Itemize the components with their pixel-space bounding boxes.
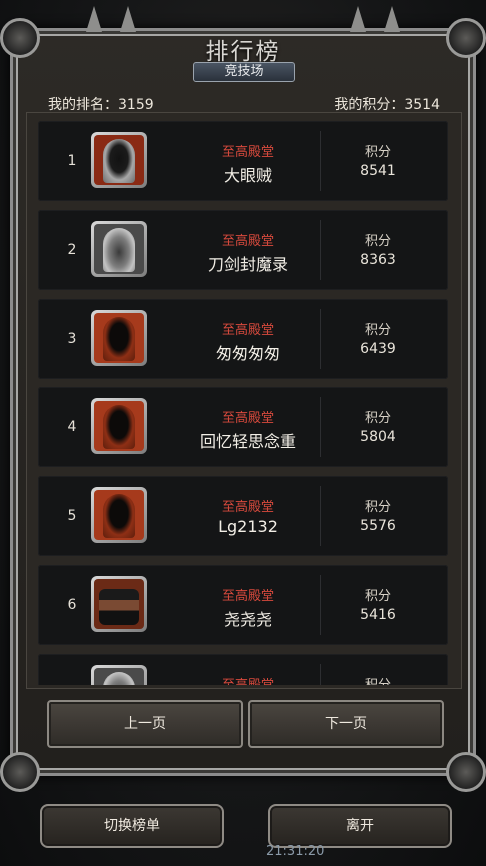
player-avatar[interactable] (91, 221, 147, 277)
score-value: 6439 (360, 341, 396, 357)
row-divider (320, 575, 321, 635)
category-tab-label: 竞技场 (193, 62, 295, 82)
leaderboard-row[interactable]: 4 至高殿堂 回忆轻思念重 积分 5804 (38, 387, 448, 467)
leaderboard-list[interactable]: 1 至高殿堂 大眼贼 积分 8541 2 至高殿堂 刀剑封魔录 积分 8363 … (38, 121, 448, 685)
player-avatar[interactable] (91, 398, 147, 454)
leaderboard-row[interactable]: 至高殿堂 积分 (38, 654, 448, 685)
row-divider (320, 220, 321, 280)
player-avatar[interactable] (91, 576, 147, 632)
rank-number: 1 (67, 153, 77, 169)
rank-number (62, 654, 82, 685)
rank-number: 4 (67, 419, 77, 435)
player-avatar[interactable] (91, 132, 147, 188)
rank-number: 6 (67, 597, 77, 613)
row-divider (320, 486, 321, 546)
score-label: 积分 (364, 589, 391, 604)
guild-name: 至高殿堂 (221, 589, 274, 604)
score-value: 5416 (360, 607, 396, 623)
rank-number: 3 (67, 331, 77, 347)
knight-helmet-avatar-icon (103, 672, 135, 685)
switch-leaderboard-button[interactable]: 切换榜单 (40, 804, 224, 848)
my-score-text: 我的积分：3514 (334, 97, 440, 113)
frame-corner-ornament (0, 752, 40, 792)
knight-helmet-avatar-icon (103, 228, 135, 272)
player-avatar[interactable] (91, 310, 147, 366)
player-avatar[interactable] (91, 487, 147, 543)
player-name: Lg2132 (218, 517, 278, 536)
rank-number: 5 (67, 508, 77, 524)
leaderboard-row[interactable]: 6 至高殿堂 尧尧尧 积分 5416 (38, 565, 448, 645)
score-value: 8541 (360, 163, 396, 179)
score-label: 积分 (364, 500, 391, 515)
next-page-button[interactable]: 下一页 (248, 700, 444, 748)
guild-name: 至高殿堂 (221, 323, 274, 338)
leaderboard-row[interactable]: 5 至高殿堂 Lg2132 积分 5576 (38, 476, 448, 556)
score-value: 8363 (360, 252, 396, 268)
red-hood-avatar-icon (103, 317, 135, 361)
frame-spike-ornament (384, 6, 400, 32)
score-label: 积分 (364, 234, 391, 249)
guild-name: 至高殿堂 (221, 411, 274, 426)
score-label: 积分 (364, 323, 391, 338)
leave-button[interactable]: 离开 (268, 804, 452, 848)
frame-spike-ornament (86, 6, 102, 32)
row-divider (320, 131, 321, 191)
player-name: 回忆轻思念重 (199, 432, 296, 451)
leaderboard-row[interactable]: 3 至高殿堂 匆匆匆匆 积分 6439 (38, 299, 448, 379)
guild-name: 至高殿堂 (221, 500, 274, 515)
clock-text: 21:31:20 (266, 844, 325, 859)
my-rank-text: 我的排名：3159 (48, 97, 154, 113)
hat-rogue-avatar-icon (99, 589, 139, 625)
red-hood-avatar-icon (103, 494, 135, 538)
score-value: 5576 (360, 518, 396, 534)
page-title: 排行榜 (205, 39, 281, 65)
player-name: 大眼贼 (223, 166, 272, 185)
grey-hood-avatar-icon (103, 139, 135, 183)
score-label: 积分 (364, 411, 391, 426)
guild-name: 至高殿堂 (221, 145, 274, 160)
frame-spike-ornament (120, 6, 136, 32)
frame-corner-ornament (446, 752, 486, 792)
player-name: 匆匆匆匆 (215, 344, 280, 363)
player-avatar[interactable] (91, 665, 147, 685)
guild-name: 至高殿堂 (221, 234, 274, 249)
prev-page-button[interactable]: 上一页 (47, 700, 243, 748)
guild-name: 至高殿堂 (178, 674, 318, 685)
leaderboard-row[interactable]: 1 至高殿堂 大眼贼 积分 8541 (38, 121, 448, 201)
rank-number: 2 (67, 242, 77, 258)
player-name: 尧尧尧 (223, 610, 272, 629)
leaderboard-row[interactable]: 2 至高殿堂 刀剑封魔录 积分 8363 (38, 210, 448, 290)
row-divider (320, 309, 321, 369)
red-hood-avatar-icon (103, 405, 135, 449)
score-label: 积分 (364, 145, 391, 160)
score-value: 5804 (360, 429, 396, 445)
row-divider (320, 397, 321, 457)
frame-spike-ornament (350, 6, 366, 32)
row-divider (320, 664, 321, 685)
score-label: 积分 (338, 674, 418, 685)
player-name: 刀剑封魔录 (207, 255, 288, 274)
